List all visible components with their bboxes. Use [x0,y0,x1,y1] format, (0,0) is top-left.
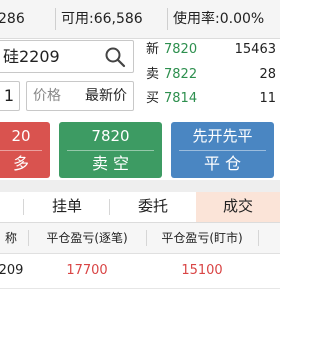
pnl-trade-cell: 17700 [66,263,108,278]
account-info-bar: 286 可用:66,586 使用率:0.00% [0,0,280,39]
usage-rate: 使用率:0.00% [173,11,265,27]
close-label: 平 仓 [203,154,242,173]
tab-pending[interactable]: 挂单 [24,192,110,222]
quote-price: 7814 [164,91,198,106]
quote-volume: 28 [259,67,276,82]
divider [0,150,42,151]
quote-row-bid[interactable]: 买 7814 11 [140,88,280,110]
quote-row-last[interactable]: 新 7820 15463 [140,39,280,61]
buy-label: 多 [12,154,29,173]
quote-panel: 新 7820 15463 卖 7822 28 买 7814 11 [140,38,280,118]
table-row[interactable]: 209 17700 15100 [0,254,280,289]
quote-volume: 11 [259,91,276,106]
buy-long-button[interactable]: 20 多 [0,122,50,178]
buy-price: 20 [11,127,31,145]
price-label: 价格 [33,88,61,104]
quote-price: 7822 [164,67,198,82]
order-tabs: 挂单 委托 成交 [0,192,280,223]
column-header-name: 称 [4,231,17,245]
close-mode: 先开先平 [192,127,253,145]
sell-label: 卖 空 [91,154,130,173]
tab-label: 成交 [222,197,253,215]
tab-label: 委托 [137,197,168,215]
close-position-button[interactable]: 先开先平 平 仓 [171,122,274,178]
tab-label: 挂单 [51,197,82,215]
balance-value: 286 [0,11,25,27]
pnl-mark-cell: 15100 [181,263,223,278]
search-icon[interactable] [104,46,126,68]
quote-key: 新 [146,42,160,57]
divider [167,8,168,30]
quote-row-ask[interactable]: 卖 7822 28 [140,64,280,86]
quote-volume: 15463 [234,42,276,57]
quantity-value: 1 [3,86,14,105]
divider [67,150,154,151]
divider [258,230,259,246]
quote-key: 卖 [146,67,160,82]
sell-price: 7820 [91,127,130,145]
contract-name: 硅2209 [3,47,60,66]
column-header-pnl-trade: 平仓盈亏(逐笔) [46,231,128,245]
quantity-input[interactable]: 1 [0,81,20,111]
available-funds: 可用:66,586 [61,11,143,27]
quote-key: 买 [146,91,160,106]
price-selector[interactable]: 价格 最新价 [26,81,134,111]
price-type-value: 最新价 [85,88,127,104]
divider [179,150,266,151]
tab-orders[interactable]: 委托 [110,192,196,222]
fills-table-header: 称 平仓盈亏(逐笔) 平仓盈亏(盯市) [0,223,280,254]
section-divider [0,180,280,192]
contract-search-field[interactable]: 硅2209 [0,40,134,73]
tab-fills[interactable]: 成交 [196,192,280,222]
divider [55,8,56,30]
tab-positions[interactable] [0,192,24,222]
sell-short-button[interactable]: 7820 卖 空 [59,122,162,178]
contract-cell: 209 [0,263,24,278]
column-header-pnl-mark: 平仓盈亏(盯市) [161,231,243,245]
quote-price: 7820 [164,42,198,57]
